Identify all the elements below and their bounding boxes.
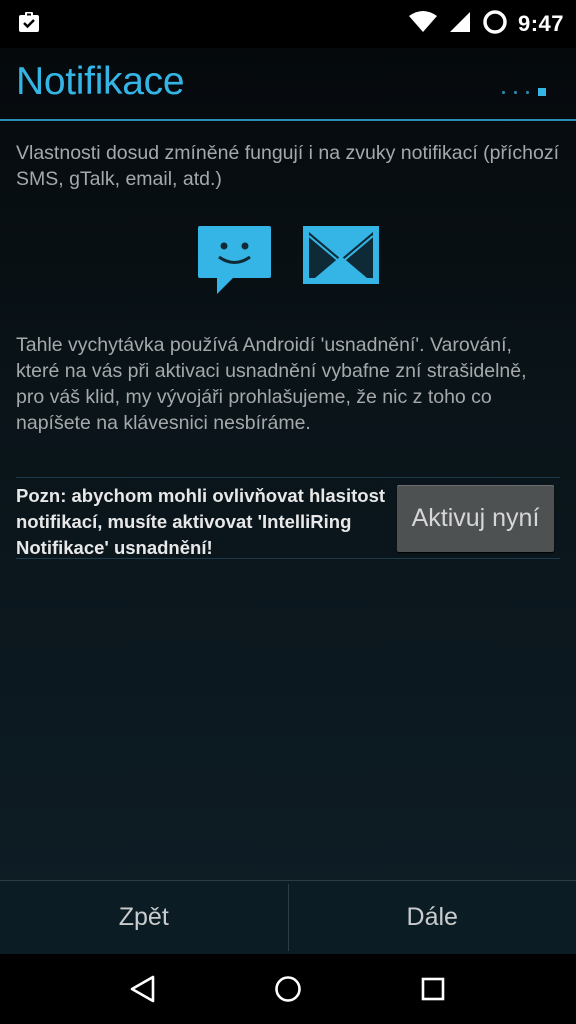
header-divider bbox=[0, 119, 576, 121]
page-indicator bbox=[502, 88, 546, 96]
back-icon[interactable] bbox=[123, 969, 163, 1009]
status-bar: 9:47 bbox=[0, 0, 576, 48]
signal-icon bbox=[448, 10, 472, 39]
recents-icon[interactable] bbox=[413, 969, 453, 1009]
header: Notifikace bbox=[0, 48, 576, 120]
app-screen: Notifikace Vlastnosti dosud zmíněné fung… bbox=[0, 48, 576, 954]
page-dot bbox=[502, 90, 505, 94]
note-text: Pozn: abychom mohli ovlivňovat hlasitost… bbox=[16, 485, 386, 558]
home-icon[interactable] bbox=[268, 969, 308, 1009]
email-icon bbox=[303, 226, 379, 289]
system-nav-bar bbox=[0, 954, 576, 1024]
page-title: Notifikace bbox=[16, 60, 185, 103]
page-dot-active bbox=[538, 88, 546, 96]
accessibility-paragraph: Tahle vychytávka používá Androidí 'usnad… bbox=[16, 334, 527, 434]
wizard-button-bar: Zpět Dále bbox=[0, 880, 576, 954]
back-button[interactable]: Zpět bbox=[0, 881, 288, 954]
page-dot bbox=[514, 90, 517, 94]
status-clock: 9:47 bbox=[517, 11, 564, 36]
clipboard-check-icon bbox=[17, 10, 41, 34]
note-row: Pozn: abychom mohli ovlivňovat hlasitost… bbox=[16, 477, 560, 559]
activate-now-button[interactable]: Aktivuj nyní bbox=[397, 485, 554, 552]
wifi-icon bbox=[408, 10, 438, 39]
intro-paragraph: Vlastnosti dosud zmíněné fungují i na zv… bbox=[16, 142, 560, 190]
feature-icons bbox=[197, 224, 382, 298]
page-dot bbox=[526, 90, 529, 94]
circle-notification-icon bbox=[482, 9, 508, 40]
next-button[interactable]: Dále bbox=[289, 881, 576, 954]
sms-chat-icon bbox=[197, 224, 273, 301]
